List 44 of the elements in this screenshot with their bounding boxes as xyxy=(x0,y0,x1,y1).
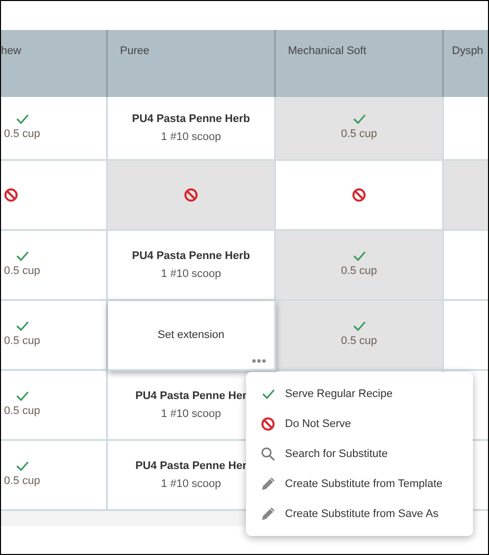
recipe-name: PU4 Pasta Penne Herb xyxy=(132,248,250,264)
portion-amount: 0.5 cup xyxy=(340,126,378,142)
check-icon xyxy=(16,460,29,471)
check-icon xyxy=(352,114,366,124)
menu-item[interactable]: Search for Substitute xyxy=(246,439,473,469)
menu-item[interactable]: Create Substitute from Save As xyxy=(246,499,473,529)
portion-amount: 0.5 cup xyxy=(4,126,40,142)
table-cell[interactable]: Set extension xyxy=(108,301,276,371)
more-button[interactable] xyxy=(252,359,266,363)
recipe-name: PU4 Pasta Penne Her xyxy=(135,388,247,404)
forbidden-icon xyxy=(184,188,198,202)
pencil-icon xyxy=(261,477,275,491)
column-header: Puree xyxy=(108,30,276,97)
check-icon xyxy=(16,320,29,331)
portion-amount: 0.5 cup xyxy=(340,264,378,279)
menu-item[interactable]: Serve Regular Recipe xyxy=(246,379,473,409)
portion-amount: 1 #10 scoop xyxy=(161,130,221,145)
set-extension-label: Set extension xyxy=(158,328,224,343)
forbidden-icon xyxy=(261,417,275,431)
menu-item[interactable]: Do Not Serve xyxy=(246,409,473,439)
portion-amount: 0.5 cup xyxy=(4,334,40,349)
pencil-icon xyxy=(261,507,275,521)
check-icon xyxy=(262,389,274,399)
check-icon xyxy=(352,250,366,261)
column-header: Mechanical Soft xyxy=(276,30,444,97)
search-icon xyxy=(261,447,275,461)
forbidden-icon xyxy=(4,188,18,202)
column-header: hew xyxy=(1,30,108,97)
recipe-name: PU4 Pasta Penne Her xyxy=(135,458,247,474)
check-icon xyxy=(16,390,29,401)
portion-amount: 1 #10 scoop xyxy=(161,407,221,422)
column-header: Dysph xyxy=(444,30,488,97)
portion-amount: 0.5 cup xyxy=(4,474,40,489)
check-icon xyxy=(352,320,366,331)
check-icon xyxy=(16,250,29,261)
portion-amount: 0.5 cup xyxy=(4,264,40,279)
portion-amount: 1 #10 scoop xyxy=(161,477,221,492)
check-icon xyxy=(16,114,29,124)
portion-amount: 0.5 cup xyxy=(340,334,378,349)
portion-amount: 0.5 cup xyxy=(4,404,40,419)
forbidden-icon xyxy=(352,188,366,202)
recipe-name: PU4 Pasta Penne Herb xyxy=(132,112,250,126)
menu-item[interactable]: Create Substitute from Template xyxy=(246,469,473,499)
portion-amount: 1 #10 scoop xyxy=(161,267,221,282)
